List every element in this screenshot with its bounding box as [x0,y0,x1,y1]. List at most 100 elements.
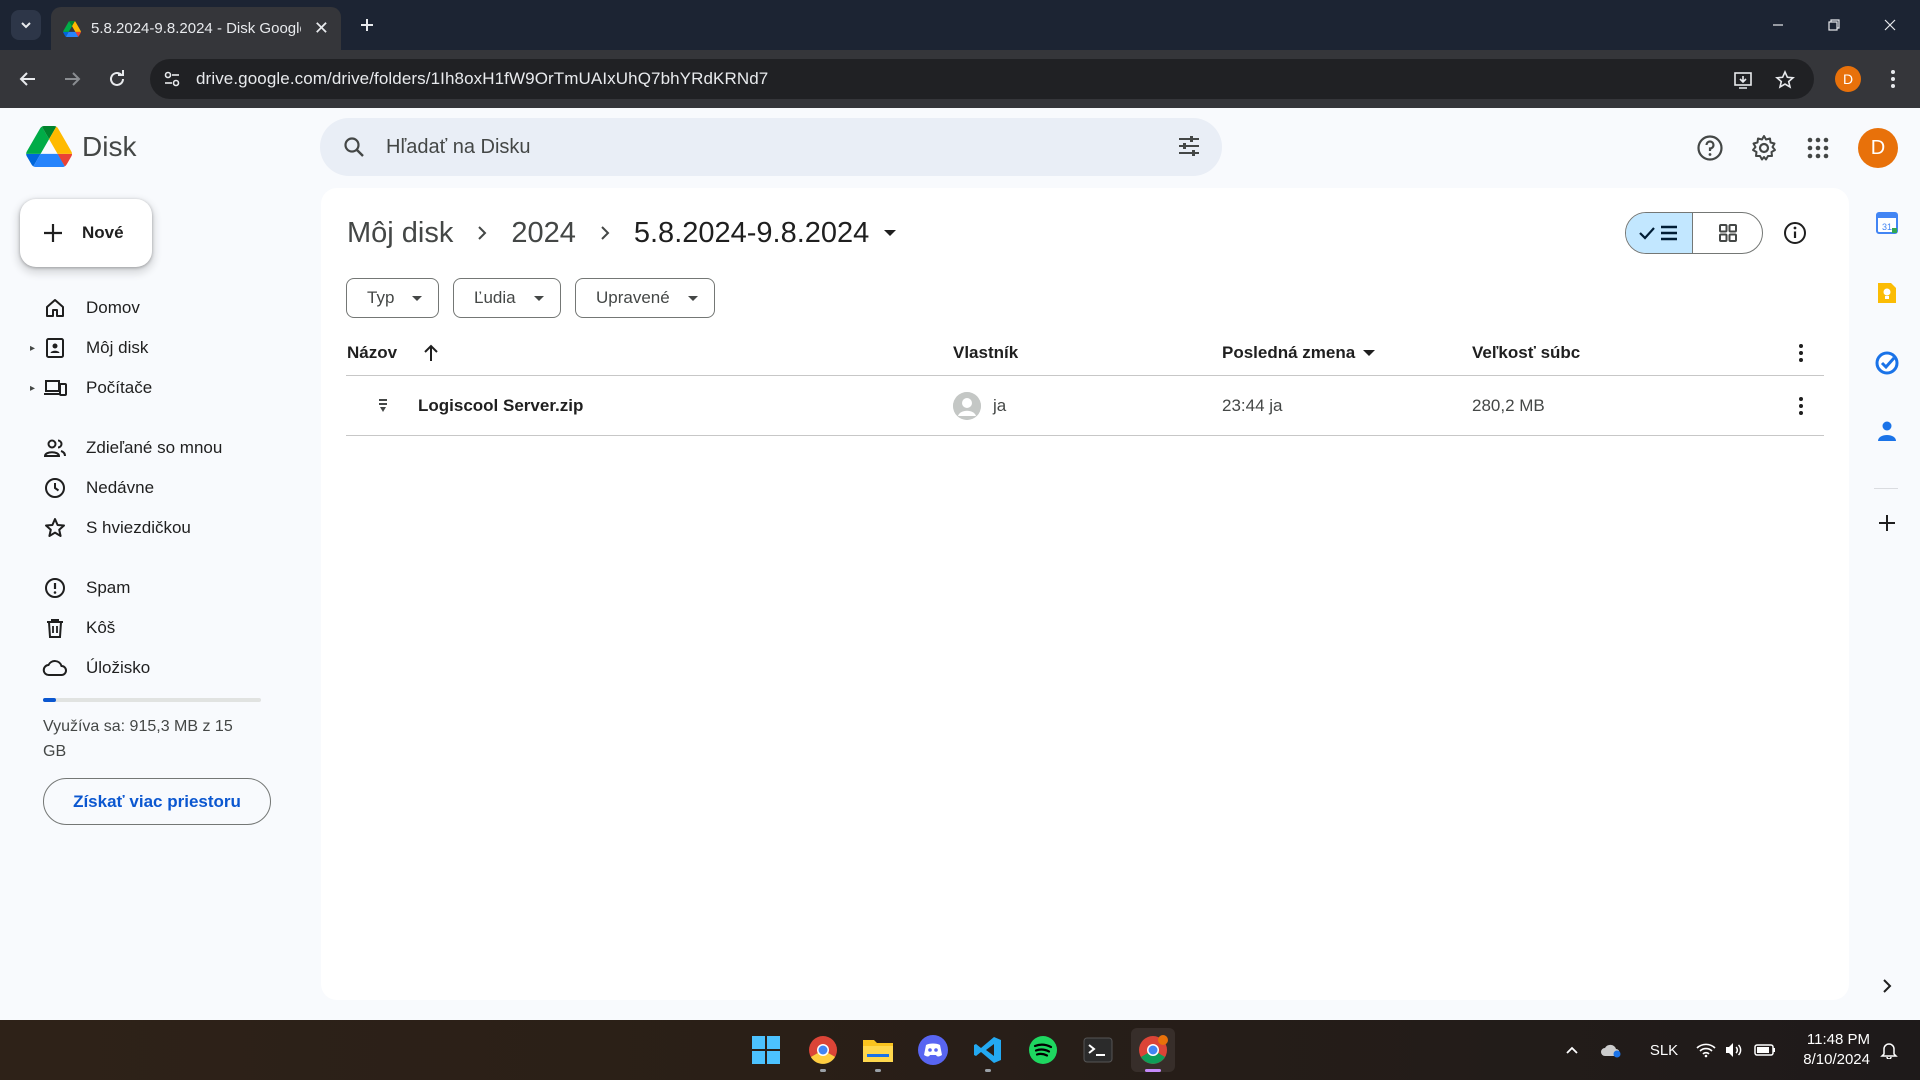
sidebar-item-recent[interactable]: Nedávne [30,470,290,506]
close-tab-icon[interactable]: ✕ [314,18,329,39]
apps-grid-icon [1807,137,1829,159]
filter-chip-label: Ľudia [474,288,516,307]
contacts-icon[interactable] [1872,416,1902,446]
info-icon [1784,222,1806,244]
filter-chip-people[interactable]: Ľudia [453,278,561,318]
search-options-icon[interactable] [1176,133,1202,159]
tray-overflow-button[interactable] [1560,1020,1584,1080]
site-info-button[interactable] [152,59,192,99]
language-indicator[interactable]: SLK [1644,1020,1684,1080]
caret-down-icon [412,295,423,301]
sidebar-item-shared[interactable]: Zdieľané so mnou [30,430,290,466]
bookmark-star-button[interactable] [1772,67,1798,93]
taskbar-spotify[interactable] [1021,1028,1065,1072]
onedrive-tray-icon[interactable] [1598,1020,1624,1080]
search-input[interactable] [386,135,1146,159]
chrome-icon [809,1036,837,1064]
system-clock[interactable]: 11:48 PM 8/10/2024 [1790,1030,1870,1070]
grid-icon [1718,224,1737,242]
table-row[interactable]: Logiscool Server.zip ja 23:44 ja 280,2 M… [346,376,1824,436]
google-apps-button[interactable] [1798,128,1838,168]
add-addon-button[interactable] [1872,508,1902,538]
grid-view-button[interactable] [1693,213,1762,253]
list-view-button[interactable] [1626,213,1694,253]
drive-logo[interactable]: Disk [26,126,136,167]
sidebar-item-spam[interactable]: Spam [30,570,290,606]
column-header-name[interactable]: Názov [347,343,439,363]
sidebar-item-label: Počítače [86,378,153,397]
support-button[interactable] [1690,128,1730,168]
gear-icon [1752,135,1776,161]
taskbar-vscode[interactable] [966,1028,1010,1072]
breadcrumb-item[interactable]: Môj disk [347,217,453,250]
filter-chip-label: Typ [367,288,395,307]
tasks-icon[interactable] [1872,348,1902,378]
sidebar-item-computers[interactable]: ▸ Počítače [30,370,290,406]
sidebar-item-storage[interactable]: Úložisko [30,650,290,686]
discord-icon [918,1035,948,1065]
search-bar[interactable] [320,118,1222,176]
expand-arrow-icon[interactable]: ▸ [30,343,42,354]
back-button[interactable] [12,63,44,95]
sidebar-item-my-drive[interactable]: ▸ Môj disk [30,330,290,366]
taskbar-file-explorer[interactable] [856,1028,900,1072]
browser-menu-button[interactable] [1880,66,1906,92]
new-button[interactable]: Nové [20,199,152,267]
caret-down-icon[interactable] [1362,348,1376,358]
expand-arrow-icon[interactable]: ▸ [30,383,42,394]
notifications-bell-icon[interactable] [1876,1020,1902,1080]
wifi-icon[interactable] [1694,1020,1718,1080]
keep-icon[interactable] [1872,278,1902,308]
install-app-button[interactable] [1730,67,1756,93]
battery-icon[interactable] [1752,1020,1778,1080]
reload-button[interactable] [101,63,133,95]
active-tab[interactable]: 5.8.2024-9.8.2024 - Disk Google ✕ [51,7,341,50]
view-details-button[interactable] [1781,219,1809,247]
filter-chip-label: Upravené [596,288,670,307]
sidebar-item-label: Nedávne [86,478,155,497]
file-name[interactable]: Logiscool Server.zip [418,376,583,436]
calendar-icon[interactable]: 31 [1872,208,1902,238]
volume-icon[interactable] [1722,1020,1746,1080]
search-icon[interactable] [342,135,366,159]
clock-time: 11:48 PM [1806,1031,1870,1048]
show-side-panel-button[interactable] [1872,971,1902,1001]
tab-search-button[interactable] [11,10,41,40]
column-options-button[interactable] [1798,343,1804,363]
address-bar[interactable]: drive.google.com/drive/folders/1Ih8oxH1f… [150,59,1814,99]
settings-button[interactable] [1744,128,1784,168]
arrow-up-icon[interactable] [423,344,439,362]
taskbar-terminal[interactable] [1076,1028,1120,1072]
column-header-owner[interactable]: Vlastník [953,343,1018,363]
url-text[interactable]: drive.google.com/drive/folders/1Ih8oxH1f… [196,69,768,89]
file-more-actions-button[interactable] [1798,376,1804,436]
new-tab-button[interactable] [352,10,382,40]
more-vert-icon [1799,397,1803,415]
breadcrumb-current-folder[interactable]: 5.8.2024-9.8.2024 [634,217,869,250]
filter-chip-type[interactable]: Typ [346,278,440,318]
folder-menu-caret-icon[interactable] [883,228,897,238]
view-toggle [1625,212,1763,254]
forward-button[interactable] [56,63,88,95]
taskbar-chrome-profile-app[interactable] [1131,1028,1175,1072]
taskbar-discord[interactable] [911,1028,955,1072]
sidebar-item-starred[interactable]: S hviezdičkou [30,510,290,546]
account-avatar[interactable]: D [1858,128,1898,168]
close-window-button[interactable] [1862,0,1918,50]
minimize-window-button[interactable] [1750,0,1806,50]
restore-window-button[interactable] [1806,0,1862,50]
taskbar-chrome-app[interactable] [801,1028,845,1072]
file-owner-name: ja [993,396,1007,415]
sidebar-item-trash[interactable]: Kôš [30,610,290,646]
google-drive-favicon-icon [63,20,81,37]
column-header-modified[interactable]: Posledná zmena [1222,343,1376,363]
get-more-storage-button[interactable]: Získať viac priestoru [43,778,271,825]
plus-icon [1879,515,1895,531]
start-button[interactable] [744,1028,788,1072]
breadcrumb-item[interactable]: 2024 [511,217,576,250]
sidebar-item-home[interactable]: Domov [30,290,290,326]
spotify-icon [1029,1036,1057,1064]
filter-chip-modified[interactable]: Upravené [575,278,715,318]
column-header-size[interactable]: Veľkosť súbc [1472,343,1580,363]
browser-profile-avatar[interactable]: D [1835,66,1861,92]
